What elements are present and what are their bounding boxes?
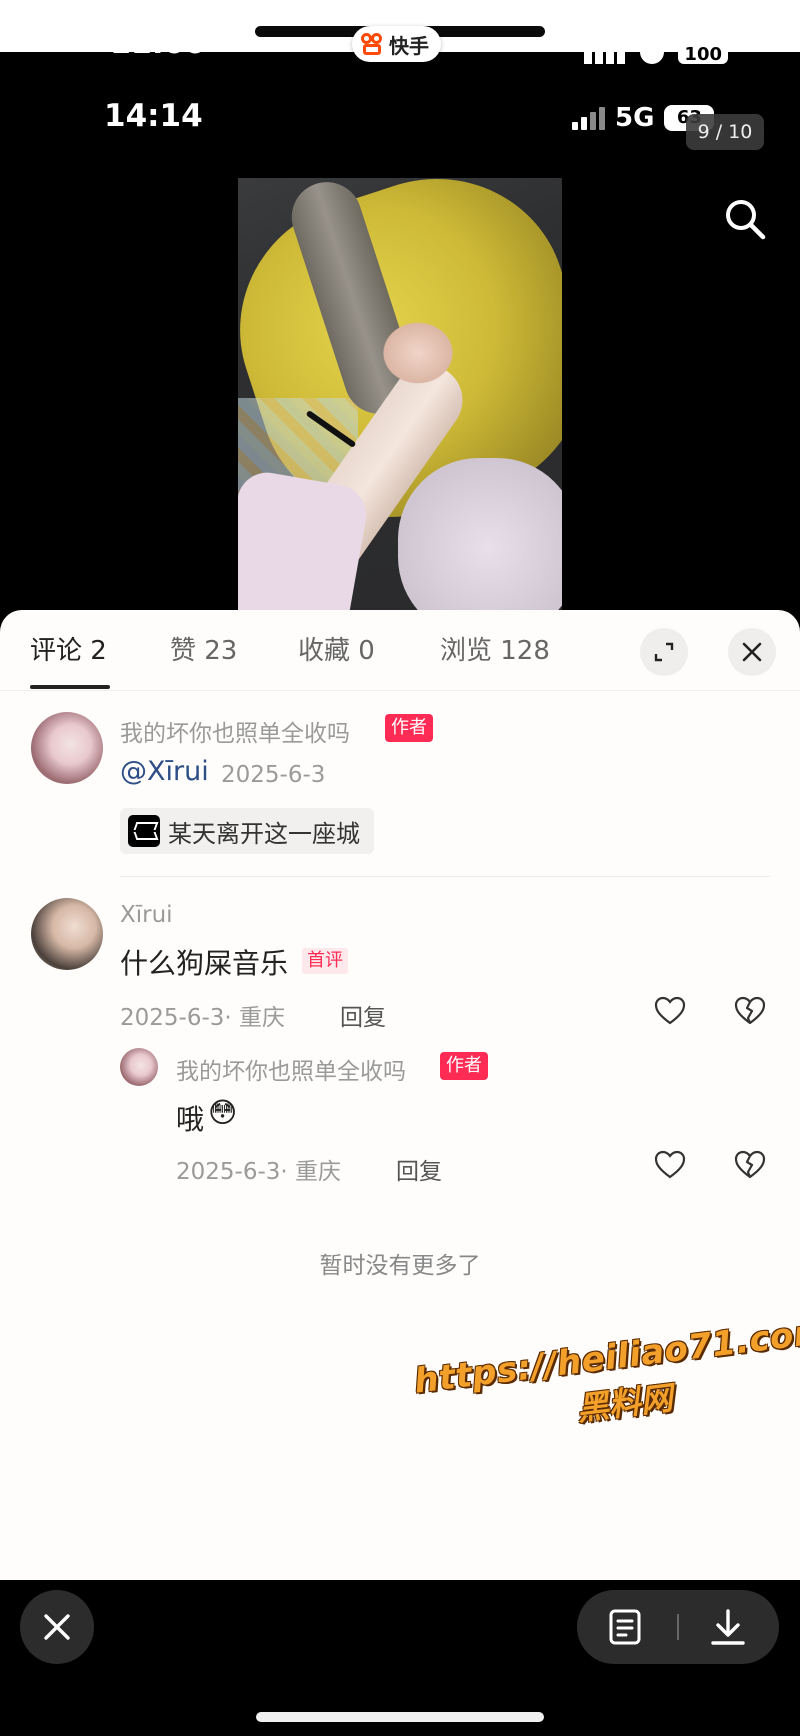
reply-author-tag: 作者 <box>440 1052 488 1080</box>
ghost-battery: 100 <box>678 46 728 64</box>
post-date: 2025-6-3 <box>221 762 326 788</box>
reply-reply-button[interactable]: 回复 <box>396 1152 442 1186</box>
commenter-avatar[interactable] <box>31 898 103 970</box>
document-icon[interactable] <box>608 1609 642 1645</box>
mention-link[interactable]: @Xīrui <box>120 756 209 787</box>
screen: 快手 11:00 100 14:14 5G 63 9 / 10 评论 2 赞 2… <box>0 0 800 1736</box>
ghost-time: 11:00 <box>110 40 206 61</box>
comment-meta: 2025-6-3· 重庆 <box>120 1005 286 1031</box>
close-viewer-button[interactable] <box>20 1590 94 1664</box>
author-avatar[interactable] <box>31 712 103 784</box>
comment-tabs: 评论 2 赞 23 收藏 0 浏览 128 <box>0 610 800 690</box>
page-indicator: 9 / 10 <box>686 114 764 150</box>
tabs-divider <box>0 690 800 691</box>
music-title: 某天离开这一座城 <box>168 819 360 848</box>
tab-underline <box>30 685 110 689</box>
close-panel-button[interactable] <box>728 628 776 676</box>
status-time: 14:14 <box>104 98 203 134</box>
close-icon <box>742 642 762 662</box>
comment-text: 什么狗屎音乐 <box>120 947 289 980</box>
download-icon[interactable] <box>709 1608 747 1646</box>
ghost-wifi-icon <box>640 52 665 64</box>
post-photo[interactable] <box>238 178 562 610</box>
flushed-emoji-icon: 😳 <box>208 1096 238 1129</box>
network-type: 5G <box>615 103 655 133</box>
search-icon[interactable] <box>722 196 768 242</box>
heart-icon[interactable] <box>653 1148 687 1182</box>
author-tag: 作者 <box>385 714 433 742</box>
app-badge[interactable]: 快手 <box>352 26 441 62</box>
reply-text: 哦 <box>176 1103 205 1136</box>
expand-button[interactable] <box>640 628 688 676</box>
no-more-text: 暂时没有更多了 <box>319 1253 481 1279</box>
home-indicator <box>256 1712 544 1722</box>
broken-heart-icon[interactable] <box>733 1148 767 1182</box>
kuaishou-logo-icon <box>360 32 384 56</box>
close-icon <box>44 1614 70 1640</box>
expand-icon <box>654 642 674 662</box>
tab-views[interactable]: 浏览 128 <box>440 630 550 667</box>
divider <box>120 876 770 877</box>
app-name: 快手 <box>389 33 429 58</box>
commenter-name[interactable]: Xīrui <box>120 902 173 928</box>
music-chip[interactable]: 某天离开这一座城 <box>120 808 374 854</box>
reply-author-name[interactable]: 我的坏你也照单全收吗 <box>176 1052 406 1086</box>
capcut-icon <box>128 815 160 847</box>
action-pill <box>577 1590 779 1664</box>
broken-heart-icon[interactable] <box>733 994 767 1028</box>
tab-favorites[interactable]: 收藏 0 <box>298 630 375 667</box>
comments-sheet: 评论 2 赞 23 收藏 0 浏览 128 我的坏你也照单全收吗 作者 @Xīr… <box>0 610 800 1580</box>
first-comment-badge: 首评 <box>302 948 348 974</box>
ghost-signal-icon <box>584 52 627 64</box>
tab-likes[interactable]: 赞 23 <box>170 630 237 667</box>
reply-meta: 2025-6-3· 重庆 <box>176 1159 342 1185</box>
reply-avatar[interactable] <box>120 1048 158 1086</box>
tab-comments[interactable]: 评论 2 <box>30 630 107 667</box>
heart-icon[interactable] <box>653 994 687 1028</box>
pill-divider <box>677 1614 679 1640</box>
signal-icon <box>572 106 605 130</box>
ghost-status-icons: 100 <box>584 46 728 64</box>
reply-button[interactable]: 回复 <box>340 998 386 1032</box>
author-name[interactable]: 我的坏你也照单全收吗 <box>120 714 350 748</box>
